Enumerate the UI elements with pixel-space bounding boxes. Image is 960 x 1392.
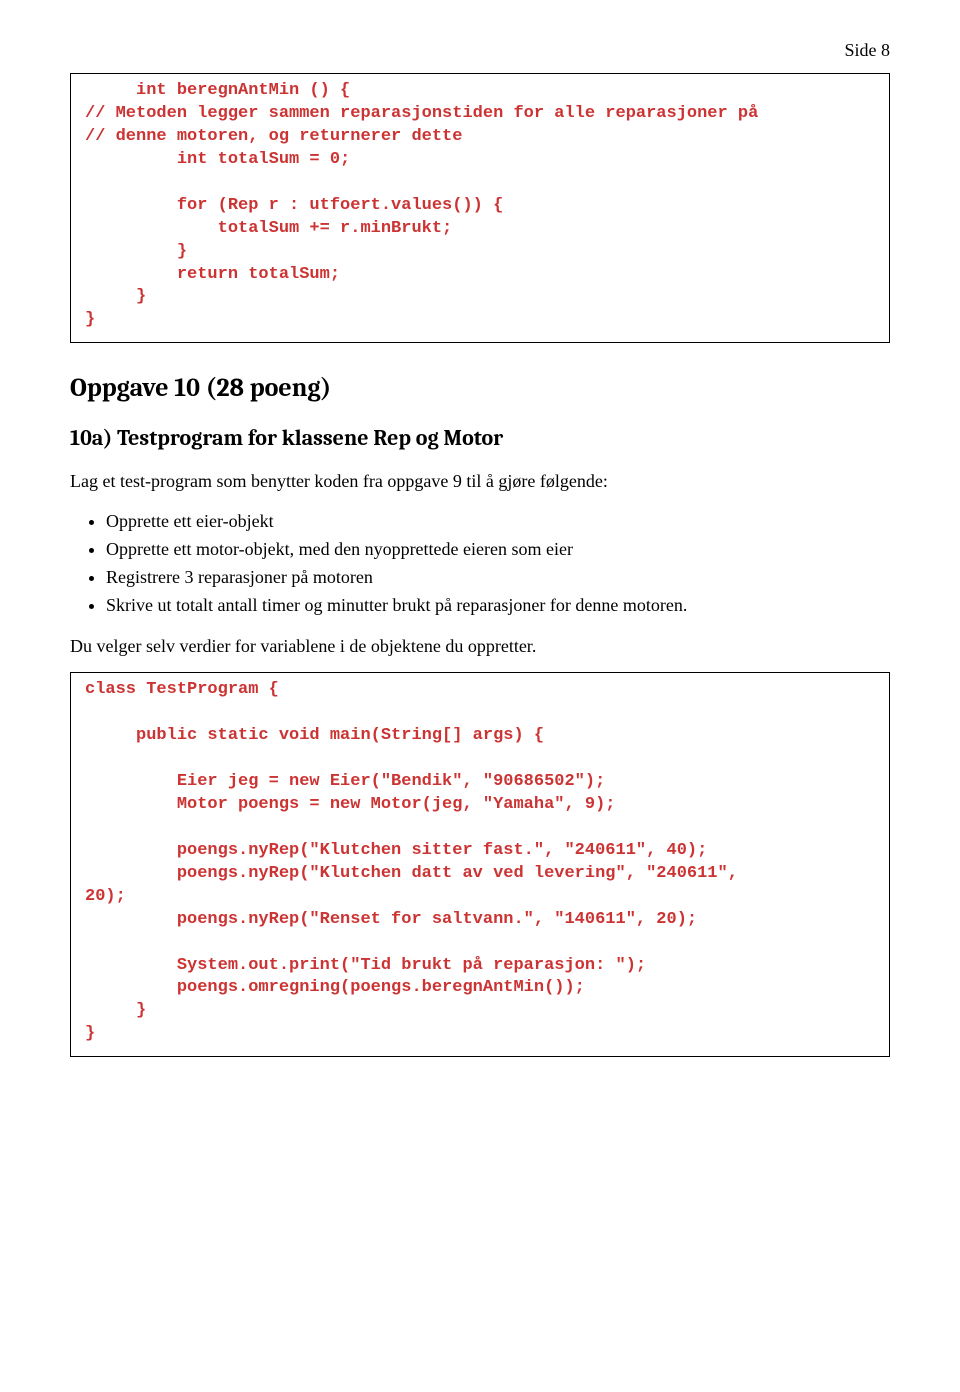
intro-paragraph: Lag et test-program som benytter koden f… xyxy=(70,469,890,493)
code-block-1: int beregnAntMin () { // Metoden legger … xyxy=(70,73,890,343)
code-block-2: class TestProgram { public static void m… xyxy=(70,672,890,1057)
bullet-list: Opprette ett eier-objekt Opprette ett mo… xyxy=(106,508,890,618)
list-item: Registrere 3 reparasjoner på motoren xyxy=(106,564,890,590)
list-item: Opprette ett motor-objekt, med den nyopp… xyxy=(106,536,890,562)
heading-sub: 10a) Testprogram for klassene Rep og Mot… xyxy=(70,425,890,451)
list-item: Skrive ut totalt antall timer og minutte… xyxy=(106,592,890,618)
list-item: Opprette ett eier-objekt xyxy=(106,508,890,534)
heading-oppgave: Oppgave 10 (28 poeng) xyxy=(70,373,890,403)
page-number: Side 8 xyxy=(70,40,890,61)
outro-paragraph: Du velger selv verdier for variablene i … xyxy=(70,634,890,658)
